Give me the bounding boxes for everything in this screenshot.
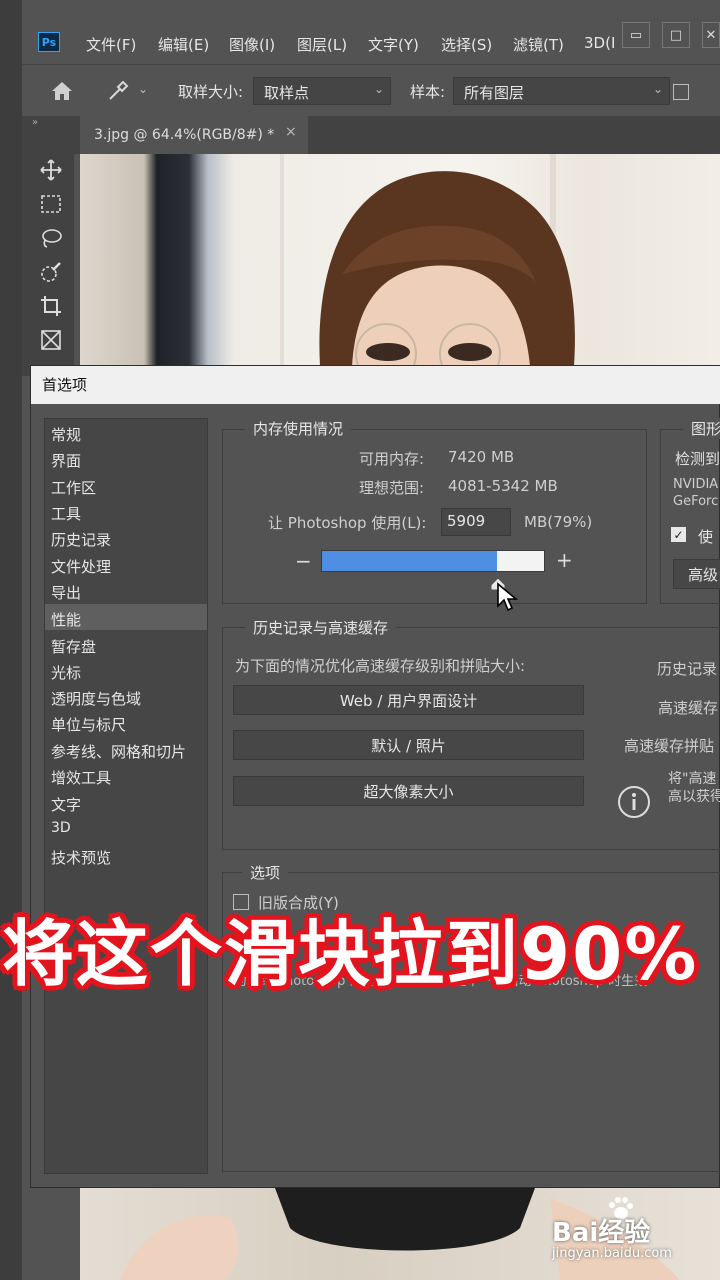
increase-memory-button[interactable]: +	[556, 548, 573, 572]
mouse-cursor-icon	[496, 582, 519, 612]
document-tab-title: 3.jpg @ 64.4%(RGB/8#) *	[94, 127, 275, 143]
sidebar-item-tech-preview[interactable]: 技术预览	[51, 847, 111, 868]
marquee-icon[interactable]	[36, 191, 66, 217]
minimize-button[interactable]: ▭	[622, 22, 650, 48]
sample-label: 样本:	[410, 83, 446, 101]
restore-button[interactable]: □	[662, 22, 690, 48]
huge-pixel-dimensions-button[interactable]: 超大像素大小	[233, 776, 584, 806]
memory-slider-fill	[322, 551, 498, 571]
tool-preset-chevron-icon[interactable]: ⌄	[138, 82, 148, 96]
web-ui-design-button[interactable]: Web / 用户界面设计	[233, 685, 584, 715]
default-photos-button[interactable]: 默认 / 照片	[233, 730, 584, 760]
eyedropper-icon[interactable]	[104, 78, 132, 104]
info-text-line2: 高以获得	[668, 789, 720, 805]
window-left-edge	[0, 0, 22, 1280]
decrease-memory-button[interactable]: −	[295, 549, 312, 573]
available-memory-value: 7420 MB	[448, 448, 515, 466]
menu-filter[interactable]: 滤镜(T)	[513, 34, 564, 55]
chevron-down-icon: ⌄	[373, 82, 384, 96]
watermark-brand: Bai经验	[552, 1218, 651, 1248]
info-text-line1: 将"高速	[668, 771, 717, 787]
available-memory-label: 可用内存:	[359, 450, 425, 468]
sidebar-item-cursors[interactable]: 光标	[51, 662, 81, 683]
menu-3d[interactable]: 3D(I	[584, 34, 615, 52]
move-icon[interactable]	[36, 157, 66, 183]
sidebar-item-general[interactable]: 常规	[51, 424, 81, 445]
history-cache-title: 历史记录与高速缓存	[245, 617, 397, 638]
sidebar-item-workspace[interactable]: 工作区	[51, 477, 96, 498]
menu-select[interactable]: 选择(S)	[441, 34, 492, 55]
watermark-url: jingyan.baidu.com	[552, 1246, 672, 1261]
close-window-button[interactable]: ✕	[702, 22, 720, 48]
detected-gpu-label: 检测到	[675, 450, 720, 468]
sidebar-item-guides[interactable]: 参考线、网格和切片	[51, 741, 186, 762]
dialog-titlebar[interactable]	[31, 366, 720, 404]
history-states-label: 历史记录	[657, 660, 718, 678]
memory-slider-track[interactable]	[321, 550, 545, 572]
use-gpu-checkbox[interactable]: ✓	[671, 527, 686, 542]
sidebar-item-interface[interactable]: 界面	[51, 450, 81, 471]
sample-value: 所有图层	[464, 84, 525, 102]
close-tab-icon[interactable]: ×	[285, 124, 297, 140]
photoshop-use-label: 让 Photoshop 使用(L):	[268, 514, 427, 532]
cache-levels-label: 高速缓存	[658, 699, 719, 717]
memory-usage-title: 内存使用情况	[245, 418, 352, 439]
menu-type[interactable]: 文字(Y)	[368, 34, 419, 55]
sidebar-item-3d[interactable]: 3D	[51, 820, 71, 836]
photo-canvas[interactable]	[80, 154, 720, 366]
chevron-down-icon: ⌄	[652, 82, 663, 96]
memory-use-percent: MB(79%)	[524, 513, 593, 531]
menu-image[interactable]: 图像(I)	[229, 34, 275, 55]
sidebar-item-plugins[interactable]: 增效工具	[51, 767, 111, 788]
document-tab[interactable]: 3.jpg @ 64.4%(RGB/8#) *	[80, 116, 308, 154]
sample-size-value: 取样点	[264, 84, 310, 102]
advanced-settings-button[interactable]: 高级	[673, 559, 720, 589]
use-gpu-label: 使	[698, 528, 714, 546]
lasso-icon[interactable]	[36, 225, 66, 251]
menu-edit[interactable]: 编辑(E)	[158, 34, 209, 55]
gpu-name-line1: NVIDIA	[673, 477, 719, 492]
options-title: 选项	[242, 862, 289, 883]
ideal-range-value: 4081-5342 MB	[448, 477, 558, 495]
gpu-name-line2: GeForc	[673, 494, 719, 509]
sidebar-item-file-handling[interactable]: 文件处理	[51, 556, 111, 577]
overlay-caption: 将这个滑块拉到90%	[2, 912, 699, 996]
sample-size-label: 取样大小:	[178, 83, 244, 101]
collapse-panel-icon[interactable]: »	[32, 117, 38, 128]
baidu-jingyan-watermark: Bai经验 jingyan.baidu.com	[548, 1196, 720, 1266]
info-icon	[617, 785, 651, 819]
crop-icon[interactable]	[36, 293, 66, 319]
sidebar-item-transparency[interactable]: 透明度与色域	[51, 688, 141, 709]
sidebar-item-performance[interactable]: 性能	[51, 609, 81, 630]
menu-layer[interactable]: 图层(L)	[297, 34, 347, 55]
sidebar-item-units[interactable]: 单位与标尺	[51, 714, 126, 735]
memory-use-input[interactable]: 5909	[441, 508, 511, 536]
sidebar-item-scratch-disks[interactable]: 暂存盘	[51, 636, 96, 657]
cache-instruction: 为下面的情况优化高速缓存级别和拼贴大小:	[235, 657, 526, 675]
dialog-title: 首选项	[42, 376, 88, 394]
sidebar-item-type[interactable]: 文字	[51, 794, 81, 815]
ideal-range-label: 理想范围:	[359, 479, 425, 497]
menu-file[interactable]: 文件(F)	[86, 34, 136, 55]
sidebar-item-export[interactable]: 导出	[51, 582, 81, 603]
sample-select[interactable]: 所有图层 ⌄	[453, 77, 670, 105]
graphics-group-title: 图形	[683, 418, 720, 439]
sidebar-item-history[interactable]: 历史记录	[51, 529, 111, 550]
show-ring-checkbox[interactable]	[673, 84, 689, 100]
photoshop-logo: Ps	[38, 32, 60, 52]
quick-select-icon[interactable]	[36, 259, 66, 285]
home-icon[interactable]	[48, 78, 76, 104]
frame-icon[interactable]	[36, 327, 66, 353]
sample-size-select[interactable]: 取样点 ⌄	[253, 77, 391, 105]
sidebar-item-tools[interactable]: 工具	[51, 503, 81, 524]
cache-tile-size-label: 高速缓存拼贴	[624, 737, 715, 755]
